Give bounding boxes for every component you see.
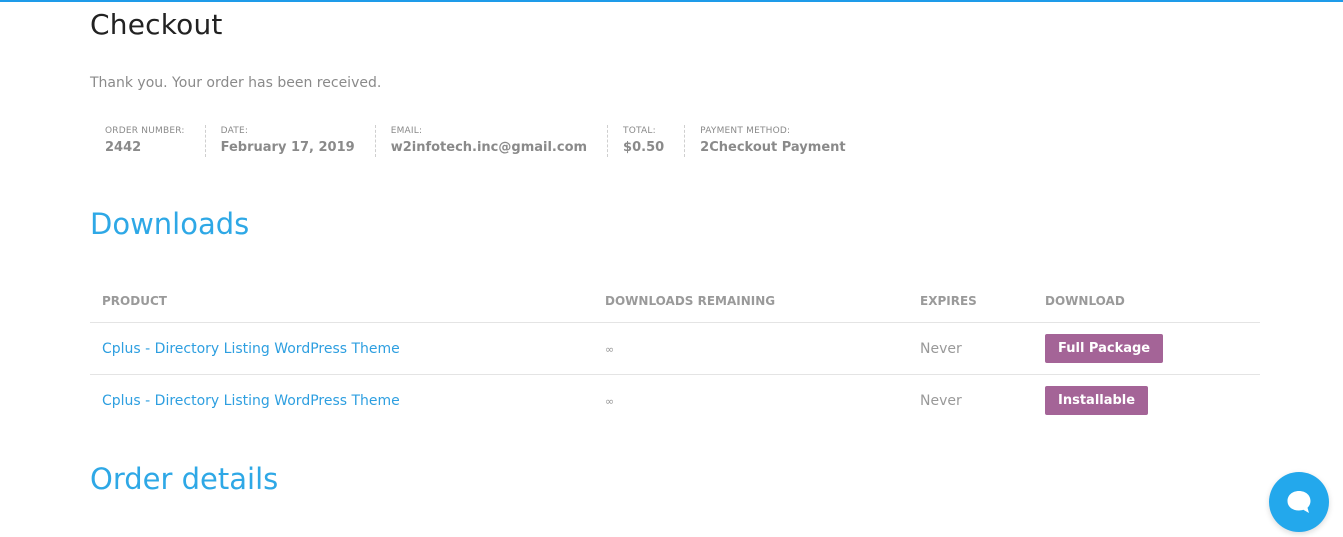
top-accent-bar <box>0 0 1343 2</box>
column-header-download: DOWNLOAD <box>1033 280 1260 323</box>
downloads-header-row: PRODUCT DOWNLOADS REMAINING EXPIRES DOWN… <box>90 280 1260 323</box>
downloads-heading: Downloads <box>90 207 250 241</box>
table-row: Cplus - Directory Listing WordPress Them… <box>90 375 1260 427</box>
order-number-label: ORDER NUMBER: <box>105 126 185 136</box>
order-number-item: ORDER NUMBER: 2442 <box>90 125 205 157</box>
download-cell: Installable <box>1033 375 1260 427</box>
product-cell: Cplus - Directory Listing WordPress Them… <box>90 375 593 427</box>
column-header-expires: EXPIRES <box>908 280 1033 323</box>
infinity-value: ∞ <box>605 342 615 356</box>
order-number-value: 2442 <box>105 140 142 155</box>
product-link[interactable]: Cplus - Directory Listing WordPress Them… <box>102 393 400 409</box>
payment-method-value: 2Checkout Payment <box>700 140 846 155</box>
order-email-item: EMAIL: w2infotech.inc@gmail.com <box>374 125 607 157</box>
table-row: Cplus - Directory Listing WordPress Them… <box>90 322 1260 375</box>
chat-bubble-icon <box>1287 491 1311 513</box>
order-total-label: TOTAL: <box>623 126 656 136</box>
column-header-product: PRODUCT <box>90 280 593 323</box>
order-total-value: $0.50 <box>623 140 665 155</box>
expires-cell: Never <box>908 322 1033 375</box>
order-date-value: February 17, 2019 <box>220 140 355 155</box>
downloads-table: PRODUCT DOWNLOADS REMAINING EXPIRES DOWN… <box>90 280 1260 426</box>
infinity-value: ∞ <box>605 394 615 408</box>
expires-cell: Never <box>920 392 962 409</box>
order-email-value: w2infotech.inc@gmail.com <box>390 140 588 155</box>
payment-method-item: PAYMENT METHOD: 2Checkout Payment <box>684 125 865 157</box>
order-total-item: TOTAL: $0.50 <box>607 125 684 157</box>
order-received-message: Thank you. Your order has been received. <box>90 75 382 91</box>
order-date-label: DATE: <box>220 126 249 136</box>
order-details-heading: Order details <box>90 462 279 496</box>
full-package-download-button[interactable]: Full Package <box>1045 334 1164 363</box>
download-cell: Full Package <box>1033 322 1260 375</box>
downloads-remaining-cell: ∞ <box>593 375 908 427</box>
page-title: Checkout <box>90 8 223 41</box>
product-link[interactable]: Cplus - Directory Listing WordPress Them… <box>102 341 400 357</box>
order-date-item: DATE: February 17, 2019 <box>204 125 375 157</box>
order-overview: ORDER NUMBER: 2442 DATE: February 17, 20… <box>90 125 866 157</box>
installable-download-button[interactable]: Installable <box>1045 386 1149 415</box>
product-cell: Cplus - Directory Listing WordPress Them… <box>90 322 593 375</box>
column-header-downloads-remaining: DOWNLOADS REMAINING <box>593 280 908 323</box>
payment-method-label: PAYMENT METHOD: <box>700 126 791 136</box>
chat-launcher-button[interactable] <box>1269 472 1329 532</box>
order-email-label: EMAIL: <box>390 126 423 136</box>
downloads-remaining-cell: ∞ <box>593 322 908 375</box>
